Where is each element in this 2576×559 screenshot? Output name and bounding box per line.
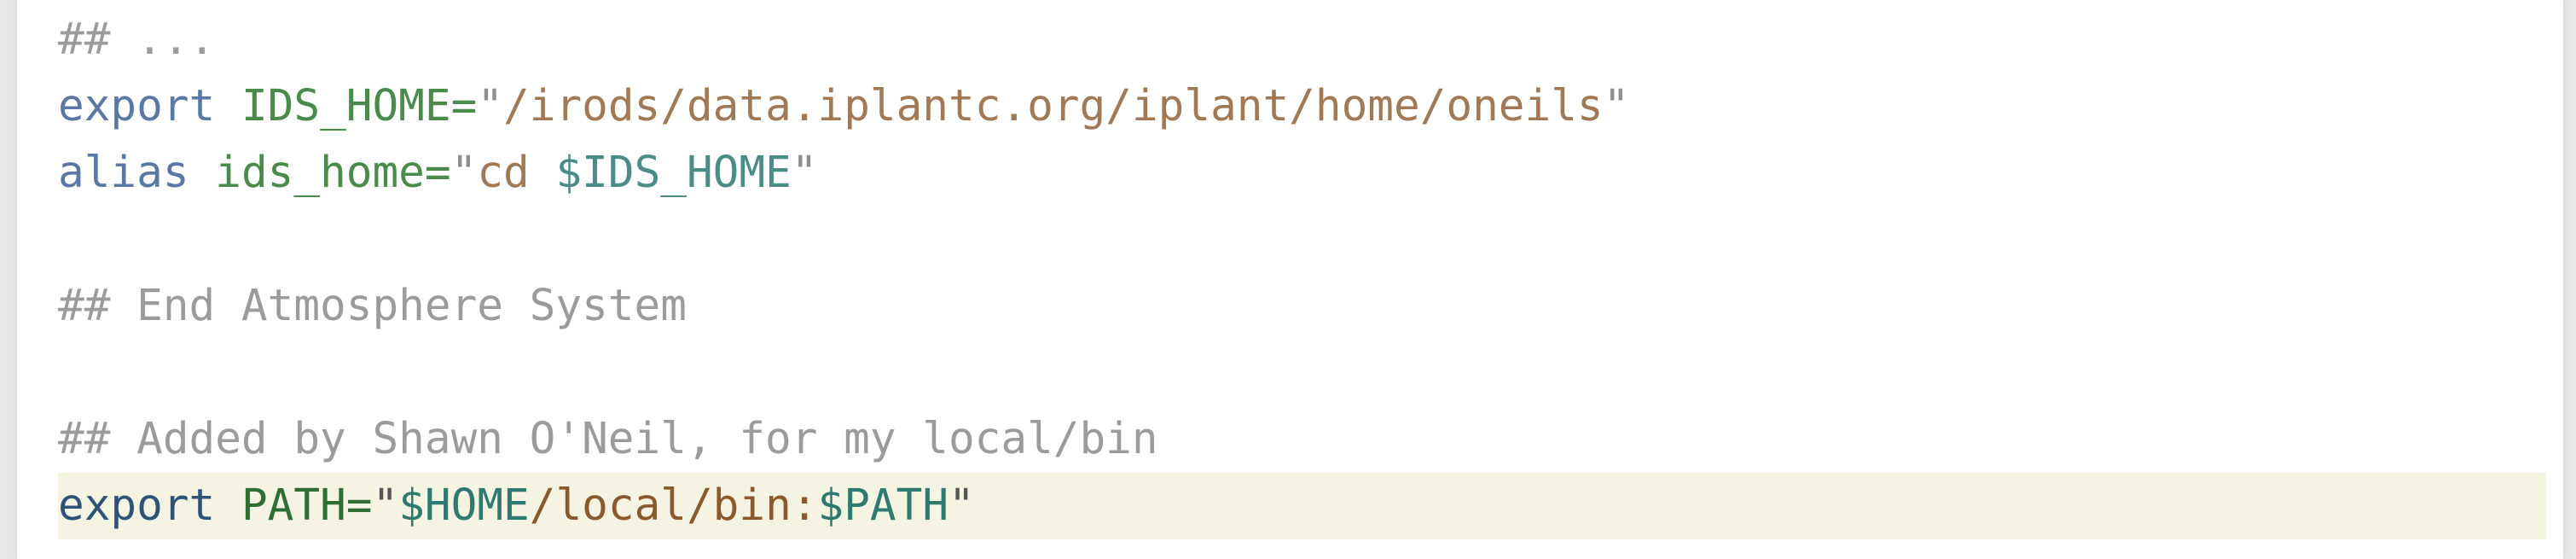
code-line-current[interactable]: export PATH="$HOME/local/bin:$PATH" (58, 473, 2546, 539)
code-token-quote: " (949, 480, 975, 531)
code-token-var: ids_home (215, 148, 425, 198)
code-token-var: = (424, 148, 451, 198)
code-token-var: = (345, 480, 373, 531)
code-token-comment: ## Added by Shawn O'Neil, for my local/b… (58, 414, 1158, 464)
code-token-quote: " (1603, 81, 1630, 131)
code-line[interactable] (17, 207, 2563, 273)
code-token-dollar: $HOME (398, 480, 530, 531)
code-editor[interactable]: ## ... export IDS_HOME="/irods/data.iplan… (17, 0, 2563, 559)
code-token-quote: " (791, 148, 818, 198)
code-token-dollar: $IDS_HOME (555, 148, 792, 198)
code-line[interactable]: ## Added by Shawn O'Neil, for my local/b… (17, 406, 2563, 473)
code-token-string: /irods/data.iplantc.org/iplant/home/onei… (503, 81, 1604, 131)
code-token-op (215, 81, 241, 131)
code-token-op (215, 480, 241, 531)
code-token-var: = (450, 81, 478, 131)
code-line[interactable]: ## End Atmosphere System (17, 273, 2563, 340)
code-line[interactable]: export IDS_HOME="/irods/data.iplantc.org… (17, 73, 2563, 140)
code-line[interactable]: ## ... (17, 7, 2563, 73)
code-token-quote: " (450, 148, 478, 198)
code-line[interactable]: alias ids_home="cd $IDS_HOME" (17, 140, 2563, 207)
code-token-string: /local/bin: (529, 480, 818, 531)
code-token-var: IDS_HOME (241, 81, 451, 131)
code-token-quote: " (372, 480, 399, 531)
code-token-keyword: export (58, 81, 216, 131)
code-token-comment: ## ... (58, 15, 216, 65)
code-line[interactable] (17, 340, 2563, 406)
code-token-keyword: export (58, 480, 216, 531)
code-token-op (189, 148, 216, 198)
code-token-comment: ## End Atmosphere System (58, 281, 687, 331)
code-token-keyword: alias (58, 148, 189, 198)
code-token-dollar: $PATH (817, 480, 949, 531)
code-token-var: PATH (241, 480, 346, 531)
code-token-quote: " (477, 81, 504, 131)
code-token-string: cd (477, 148, 556, 198)
code-content[interactable]: ## ... export IDS_HOME="/irods/data.iplan… (17, 7, 2563, 539)
